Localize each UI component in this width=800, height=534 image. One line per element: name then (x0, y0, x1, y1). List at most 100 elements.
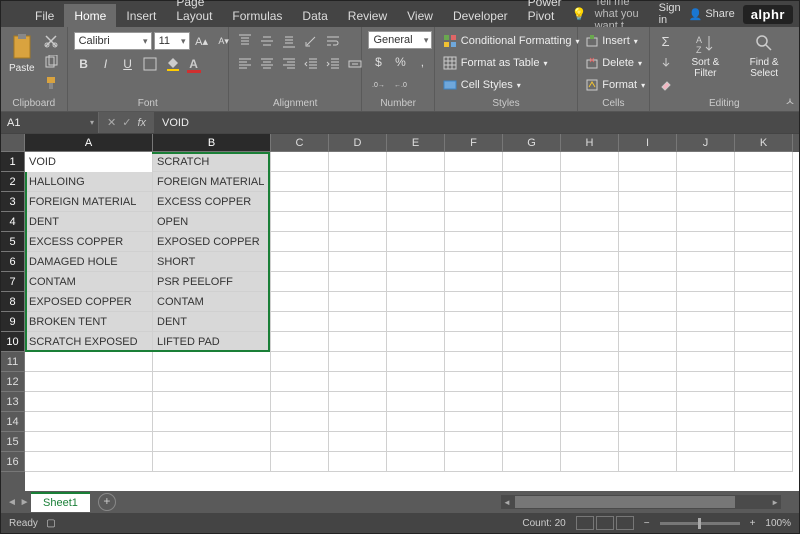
name-box[interactable]: A1 (1, 112, 99, 133)
row-header-8[interactable]: 8 (1, 292, 25, 312)
cell-G6[interactable] (503, 252, 561, 272)
font-size-combo[interactable]: 11 (154, 32, 190, 50)
col-header-J[interactable]: J (677, 134, 735, 152)
cell-F6[interactable] (445, 252, 503, 272)
cell-B6[interactable]: SHORT (153, 252, 271, 272)
sheet-tab-1[interactable]: Sheet1 (31, 492, 90, 512)
cell-I13[interactable] (619, 392, 677, 412)
col-header-A[interactable]: A (25, 134, 153, 152)
cell-G10[interactable] (503, 332, 561, 352)
tab-developer[interactable]: Developer (443, 4, 518, 27)
cell-B13[interactable] (153, 392, 271, 412)
bold-button[interactable]: B (74, 54, 94, 74)
cell-D6[interactable] (329, 252, 387, 272)
cell-C8[interactable] (271, 292, 329, 312)
increase-font-button[interactable]: A▴ (192, 31, 212, 51)
row-header-3[interactable]: 3 (1, 192, 25, 212)
cell-H8[interactable] (561, 292, 619, 312)
format-as-table-button[interactable]: Format as Table▾ (441, 53, 550, 73)
cell-J15[interactable] (677, 432, 735, 452)
cell-I9[interactable] (619, 312, 677, 332)
cell-A13[interactable] (25, 392, 153, 412)
increase-indent-button[interactable] (323, 54, 343, 74)
cell-D8[interactable] (329, 292, 387, 312)
cell-K2[interactable] (735, 172, 793, 192)
cell-J11[interactable] (677, 352, 735, 372)
cell-G7[interactable] (503, 272, 561, 292)
cell-A8[interactable]: EXPOSED COPPER (25, 292, 153, 312)
cell-F13[interactable] (445, 392, 503, 412)
formula-input[interactable]: VOID (154, 112, 799, 133)
cell-J6[interactable] (677, 252, 735, 272)
cell-C16[interactable] (271, 452, 329, 472)
cell-E8[interactable] (387, 292, 445, 312)
zoom-level[interactable]: 100% (765, 518, 791, 529)
cell-E12[interactable] (387, 372, 445, 392)
cells-area[interactable]: VOIDSCRATCHHALLOINGFOREIGN MATERIALFOREI… (25, 152, 799, 491)
cell-B8[interactable]: CONTAM (153, 292, 271, 312)
cell-A7[interactable]: CONTAM (25, 272, 153, 292)
cell-K14[interactable] (735, 412, 793, 432)
cell-K10[interactable] (735, 332, 793, 352)
tab-review[interactable]: Review (338, 4, 397, 27)
cell-H4[interactable] (561, 212, 619, 232)
col-header-G[interactable]: G (503, 134, 561, 152)
row-header-11[interactable]: 11 (1, 352, 25, 372)
cell-G2[interactable] (503, 172, 561, 192)
cell-E1[interactable] (387, 152, 445, 172)
cell-F12[interactable] (445, 372, 503, 392)
cell-C9[interactable] (271, 312, 329, 332)
cell-I5[interactable] (619, 232, 677, 252)
increase-decimal-button[interactable]: .0→ (368, 75, 388, 95)
cell-E10[interactable] (387, 332, 445, 352)
view-buttons[interactable] (576, 516, 634, 530)
paste-button[interactable]: Paste (7, 31, 37, 76)
align-left-button[interactable] (235, 54, 255, 74)
cell-D13[interactable] (329, 392, 387, 412)
cell-E2[interactable] (387, 172, 445, 192)
cell-G5[interactable] (503, 232, 561, 252)
border-button[interactable] (140, 54, 160, 74)
row-header-14[interactable]: 14 (1, 412, 25, 432)
cell-B11[interactable] (153, 352, 271, 372)
enter-formula-button[interactable]: ✓ (122, 116, 131, 129)
row-header-13[interactable]: 13 (1, 392, 25, 412)
zoom-in-button[interactable]: + (750, 518, 756, 529)
cell-E15[interactable] (387, 432, 445, 452)
cell-styles-button[interactable]: Cell Styles▾ (441, 75, 523, 95)
cell-J3[interactable] (677, 192, 735, 212)
page-layout-view-button[interactable] (596, 516, 614, 530)
tab-home[interactable]: Home (64, 4, 116, 27)
cell-F15[interactable] (445, 432, 503, 452)
zoom-out-button[interactable]: − (644, 518, 650, 529)
cell-A2[interactable]: HALLOING (25, 172, 153, 192)
row-header-6[interactable]: 6 (1, 252, 25, 272)
cell-A15[interactable] (25, 432, 153, 452)
cell-I2[interactable] (619, 172, 677, 192)
cell-D16[interactable] (329, 452, 387, 472)
cell-B9[interactable]: DENT (153, 312, 271, 332)
cell-C10[interactable] (271, 332, 329, 352)
cell-E13[interactable] (387, 392, 445, 412)
cell-C5[interactable] (271, 232, 329, 252)
cell-K1[interactable] (735, 152, 793, 172)
cell-C13[interactable] (271, 392, 329, 412)
cell-D4[interactable] (329, 212, 387, 232)
cell-B5[interactable]: EXPOSED COPPER (153, 232, 271, 252)
wrap-text-button[interactable] (323, 31, 343, 51)
cell-C3[interactable] (271, 192, 329, 212)
cell-A9[interactable]: BROKEN TENT (25, 312, 153, 332)
italic-button[interactable]: I (96, 54, 116, 74)
col-header-H[interactable]: H (561, 134, 619, 152)
cell-I15[interactable] (619, 432, 677, 452)
row-header-4[interactable]: 4 (1, 212, 25, 232)
cell-K12[interactable] (735, 372, 793, 392)
collapse-ribbon-button[interactable]: ㅅ (785, 93, 795, 109)
cell-A4[interactable]: DENT (25, 212, 153, 232)
col-header-D[interactable]: D (329, 134, 387, 152)
cell-J13[interactable] (677, 392, 735, 412)
cell-E16[interactable] (387, 452, 445, 472)
percent-button[interactable]: % (390, 52, 410, 72)
cell-K7[interactable] (735, 272, 793, 292)
align-bottom-button[interactable] (279, 31, 299, 51)
